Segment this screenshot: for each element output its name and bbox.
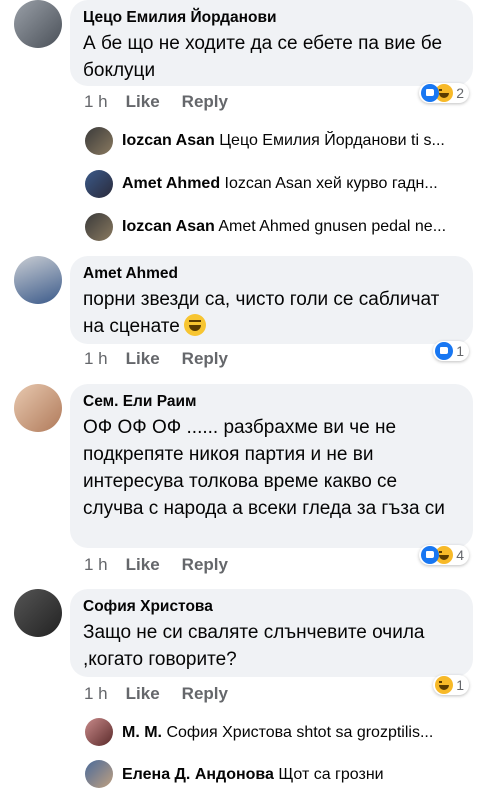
comment-bubble: Сем. Ели Раим ОФ ОФ ОФ ...... разбрахме … bbox=[70, 384, 473, 548]
reaction-badge[interactable]: 1 bbox=[433, 675, 469, 695]
comment-author[interactable]: Цецо Емилия Йорданови bbox=[83, 8, 459, 28]
comment-bubble: Amet Ahmed порни звезди са, чисто голи с… bbox=[70, 256, 473, 344]
comment-time[interactable]: 1 h bbox=[84, 555, 108, 575]
reaction-badge[interactable]: 2 bbox=[419, 83, 469, 103]
like-icon bbox=[435, 342, 454, 360]
reaction-count: 1 bbox=[456, 677, 464, 693]
comment-author[interactable]: Сем. Ели Раим bbox=[83, 392, 459, 412]
comment-actions: 1 h Like Reply bbox=[84, 684, 250, 704]
like-button[interactable]: Like bbox=[126, 92, 160, 112]
comment-time[interactable]: 1 h bbox=[84, 349, 108, 369]
comment-author[interactable]: Amet Ahmed bbox=[83, 264, 459, 284]
reply-button[interactable]: Reply bbox=[182, 349, 228, 369]
reply-text: Iozcan Asan хей курво гадн... bbox=[224, 175, 438, 192]
reply-author[interactable]: Iozcan Asan bbox=[122, 218, 215, 235]
reaction-badge[interactable]: 4 bbox=[419, 545, 469, 565]
like-icon bbox=[421, 546, 440, 564]
avatar[interactable] bbox=[85, 718, 113, 746]
comment-text: ОФ ОФ ОФ ...... разбрахме ви че не подкр… bbox=[83, 417, 445, 519]
reply-button[interactable]: Reply bbox=[182, 92, 228, 112]
reply-text: Amet Ahmed gnusen pedal ne... bbox=[218, 218, 447, 235]
reply-button[interactable]: Reply bbox=[182, 684, 228, 704]
comment-author[interactable]: София Христова bbox=[83, 597, 459, 617]
reply-text: Щот са грозни bbox=[278, 766, 384, 783]
comment-bubble: Цецо Емилия Йорданови А бе що не ходите … bbox=[70, 0, 473, 86]
reply-preview[interactable]: Елена Д. Андонова Щот са грозни bbox=[122, 765, 467, 785]
comment-bubble: София Христова Защо не си сваляте слънче… bbox=[70, 589, 473, 677]
avatar[interactable] bbox=[85, 213, 113, 241]
reaction-count: 4 bbox=[456, 547, 464, 563]
reply-author[interactable]: Iozcan Asan bbox=[122, 132, 215, 149]
comment-text: Защо не си сваляте слънчевите очила ,ког… bbox=[83, 622, 425, 670]
reply-button[interactable]: Reply bbox=[182, 555, 228, 575]
like-button[interactable]: Like bbox=[126, 555, 160, 575]
like-icon bbox=[421, 84, 440, 102]
comment-text: А бе що не ходите да се ебете па вие бе … bbox=[83, 33, 443, 81]
avatar[interactable] bbox=[14, 0, 62, 48]
avatar[interactable] bbox=[85, 760, 113, 788]
reply-preview[interactable]: Amet Ahmed Iozcan Asan хей курво гадн... bbox=[122, 174, 467, 194]
reply-text: Цецо Емилия Йорданови ti s... bbox=[219, 132, 445, 149]
reply-preview[interactable]: Iozcan Asan Amet Ahmed gnusen pedal ne..… bbox=[122, 217, 467, 237]
reaction-badge[interactable]: 1 bbox=[433, 341, 469, 361]
comment-text-row: порни звезди са, чисто голи се сабличат … bbox=[83, 286, 459, 340]
reply-preview[interactable]: Iozcan Asan Цецо Емилия Йорданови ti s..… bbox=[122, 131, 467, 151]
grinning-sweat-emoji-icon bbox=[183, 314, 206, 336]
comment-time[interactable]: 1 h bbox=[84, 684, 108, 704]
reply-author[interactable]: Елена Д. Андонова bbox=[122, 766, 274, 783]
reply-author[interactable]: Amet Ahmed bbox=[122, 175, 220, 192]
avatar[interactable] bbox=[85, 127, 113, 155]
like-button[interactable]: Like bbox=[126, 349, 160, 369]
comment-actions: 1 h Like Reply bbox=[84, 555, 250, 575]
reply-text: София Христова shtot sa grozptilis... bbox=[166, 724, 434, 741]
comment-actions: 1 h Like Reply bbox=[84, 92, 250, 112]
reply-author[interactable]: М. М. bbox=[122, 724, 162, 741]
comment-time[interactable]: 1 h bbox=[84, 92, 108, 112]
avatar[interactable] bbox=[14, 256, 62, 304]
avatar[interactable] bbox=[14, 384, 62, 432]
reaction-count: 1 bbox=[456, 343, 464, 359]
haha-icon bbox=[435, 676, 454, 694]
comment-actions: 1 h Like Reply bbox=[84, 349, 250, 369]
avatar[interactable] bbox=[14, 589, 62, 637]
like-button[interactable]: Like bbox=[126, 684, 160, 704]
reply-preview[interactable]: М. М. София Христова shtot sa grozptilis… bbox=[122, 723, 467, 743]
avatar[interactable] bbox=[85, 170, 113, 198]
comment-text: порни звезди са, чисто голи се сабличат … bbox=[83, 289, 440, 337]
reaction-count: 2 bbox=[456, 85, 464, 101]
